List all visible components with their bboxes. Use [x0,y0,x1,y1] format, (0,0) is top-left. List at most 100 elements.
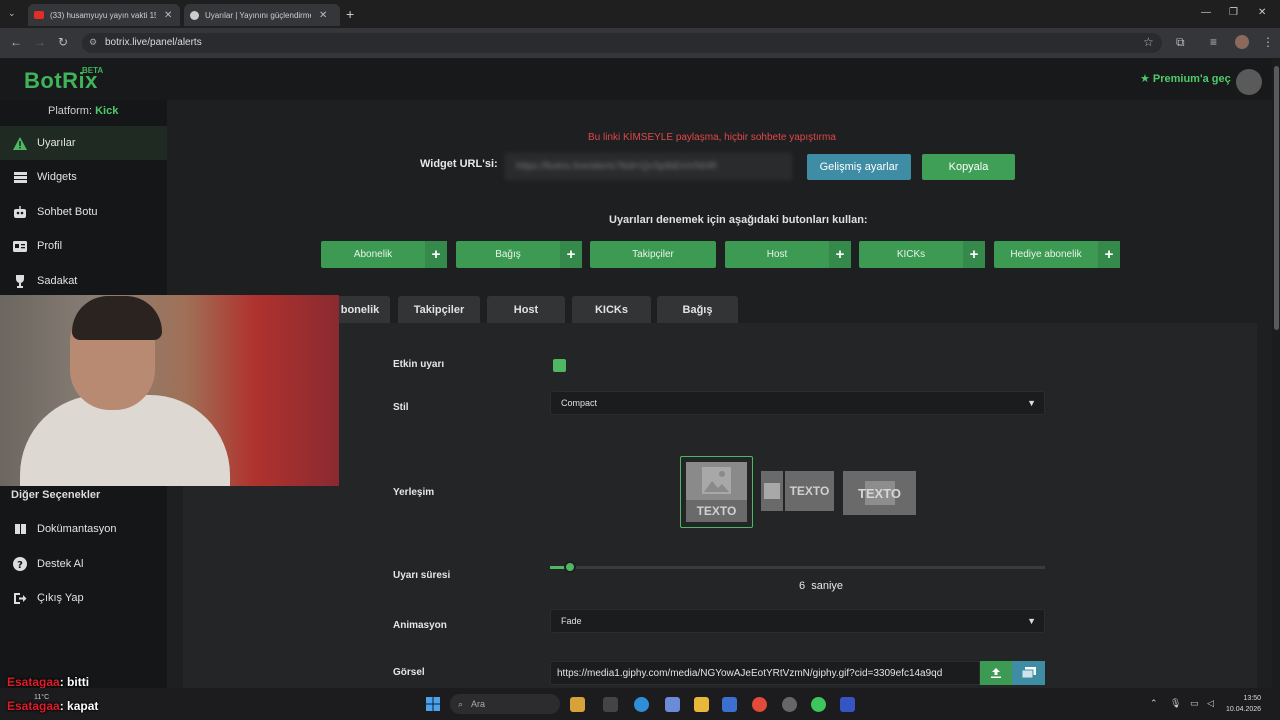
platform-indicator: Platform: Kick [48,105,118,117]
upload-icon [990,667,1002,679]
site-info-icon[interactable]: ⚙ [89,37,97,48]
close-window-icon[interactable]: ✕ [1258,7,1266,18]
sidebar-item-widgets[interactable]: Widgets [0,160,167,194]
media-library-button[interactable] [1012,661,1045,685]
test-gift-subscription-button[interactable]: Hediye abonelik + [994,241,1120,268]
tab-host[interactable]: Host [487,296,565,323]
tab-search-icon[interactable]: ⌄ [8,8,16,19]
widget-url-field[interactable]: https://botrix.live/alerts?bid=QvSpIbEmV… [505,153,792,180]
duration-label: Uyarı süresi [393,570,451,581]
extensions-icon[interactable]: ⧉ [1176,35,1185,50]
tab-subscription[interactable]: bonelik [330,296,390,323]
layout-option-overlay[interactable]: TEXTO [843,471,916,515]
back-icon[interactable]: ← [10,35,22,49]
widget-url-label: Widget URL'si: [420,158,498,170]
tray-chevron-up-icon[interactable]: ⌃ [1150,698,1158,709]
media-icon[interactable]: ≡ [1210,35,1217,49]
app-icon-store[interactable] [665,697,680,712]
test-button-label: Takipçiler [632,249,674,260]
app-icon-game[interactable] [570,697,585,712]
style-label: Stil [393,402,409,413]
other-options-heading: Diğer Seçenekler [11,489,101,501]
youtube-icon [34,11,44,19]
obs-icon[interactable] [782,697,797,712]
duration-slider-thumb[interactable] [564,561,576,573]
maximize-icon[interactable]: ❐ [1229,7,1238,18]
task-view-icon[interactable] [603,697,618,712]
edge-browser-icon[interactable] [634,697,649,712]
test-donation-button[interactable]: Bağış + [456,241,582,268]
enabled-alert-checkbox[interactable] [553,359,566,372]
url-field[interactable] [82,33,1162,53]
sidebar-item-label: Çıkış Yap [37,592,84,604]
bookmark-star-icon[interactable]: ☆ [1143,35,1154,49]
test-button-label: KICKs [896,249,926,260]
sidebar-item-documentation[interactable]: Dokümantasyon [0,512,167,546]
test-subscription-button[interactable]: Abonelik + [321,241,447,268]
copy-button[interactable]: Kopyala [922,154,1015,180]
premium-label: Premium'a geç [1152,72,1231,85]
app-icon-visual-studio[interactable] [840,697,855,712]
app-icon-mail[interactable] [722,697,737,712]
volume-icon[interactable]: ◁ [1207,698,1214,709]
test-button-label: Abonelik [353,249,393,260]
sidebar-item-chatbot[interactable]: Sohbet Botu [0,195,167,229]
animation-select[interactable]: Fade ▼ [550,609,1045,633]
test-followers-button[interactable]: Takipçiler [590,241,716,268]
test-kicks-button[interactable]: KICKs + [859,241,985,268]
sidebar-item-loyalty[interactable]: Sadakat [0,264,167,298]
star-icon: ★ [1140,73,1150,85]
style-select[interactable]: Compact ▼ [550,391,1045,415]
taskbar-clock[interactable]: 13:50 10.04.2026 [1226,693,1261,715]
microphone-icon[interactable]: 🎙 [1170,698,1181,709]
duration-readout: 6 saniye [799,580,843,592]
book-icon [12,521,28,537]
warning-icon [12,135,28,151]
tab-kicks[interactable]: KICKs [572,296,651,323]
layout-text-sample: TEXTO [785,471,834,511]
reload-icon[interactable]: ↻ [58,35,68,49]
sidebar-item-alerts[interactable]: Uyarılar [0,126,167,160]
user-avatar[interactable] [1236,69,1262,95]
close-tab-icon[interactable]: ✕ [164,10,172,21]
file-explorer-icon[interactable] [694,697,709,712]
profile-avatar-icon[interactable] [1235,35,1249,49]
sidebar-item-logout[interactable]: Çıkış Yap [0,581,167,615]
sidebar-item-label: Sohbet Botu [37,206,98,218]
close-tab-icon[interactable]: ✕ [319,10,327,21]
whatsapp-icon[interactable] [811,697,826,712]
layout-text-sample: TEXTO [686,500,747,522]
sidebar-item-label: Uyarılar [37,137,76,149]
url-text[interactable]: botrix.live/panel/alerts [105,37,202,48]
duration-slider-track[interactable] [550,566,1045,569]
layout-option-side-by-side[interactable]: TEXTO [761,471,834,511]
image-placeholder-icon [686,462,747,500]
scrollbar-thumb[interactable] [1274,66,1279,330]
advanced-settings-button[interactable]: Gelişmiş ayarlar [807,154,911,180]
windows-start-icon[interactable] [426,697,440,711]
browser-tab-botrix[interactable]: Uyarılar | Yayınını güçlendirmek ✕ [184,4,340,26]
sidebar-item-profile[interactable]: Profil [0,229,167,263]
browser-tab-youtube[interactable]: (33) husamyuyu yayın vakti 15 ✕ [28,4,180,26]
minimize-icon[interactable]: — [1201,7,1211,18]
sidebar-item-label: Sadakat [37,275,78,287]
test-host-button[interactable]: Host + [725,241,851,268]
new-tab-icon[interactable]: + [346,6,354,22]
upload-button[interactable] [980,661,1012,685]
forward-icon[interactable]: → [34,35,46,49]
sidebar-item-label: Destek Al [37,558,84,570]
sidebar-item-support[interactable]: ? Destek Al [0,547,167,581]
premium-link[interactable]: ★ Premium'a geç [1140,72,1231,86]
network-icon[interactable]: ▭ [1190,698,1199,709]
tab-followers[interactable]: Takipçiler [398,296,480,323]
plus-icon: + [425,241,447,268]
taskbar-search[interactable]: ⌕ Ara [450,694,560,714]
tab-donation[interactable]: Bağış [657,296,738,323]
search-placeholder: Ara [471,699,486,709]
menu-dots-icon[interactable]: ⋮ [1262,35,1274,49]
sidebar-item-label: Widgets [37,171,77,183]
image-url-input[interactable]: https://media1.giphy.com/media/NGYowAJeE… [550,661,980,685]
question-icon: ? [12,556,28,572]
chrome-browser-icon[interactable] [752,697,767,712]
test-button-label: Bağış [495,249,521,260]
